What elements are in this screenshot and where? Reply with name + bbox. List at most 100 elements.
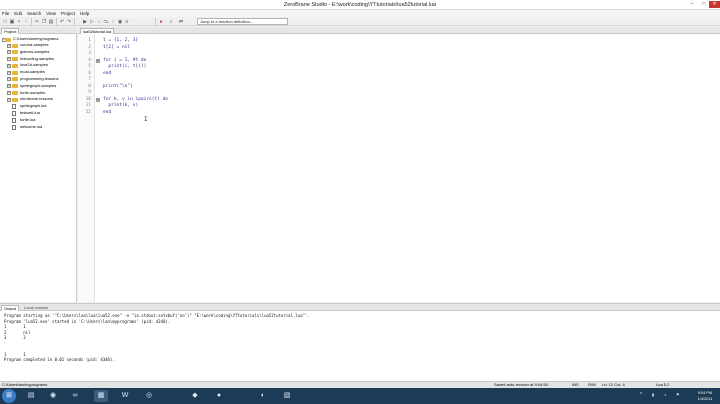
tab-output[interactable]: Output [1,305,20,311]
app-icon[interactable]: ◆ [188,390,202,402]
tree-folder[interactable]: + corona-samples [2,42,58,49]
line-number: 12 [85,109,91,115]
folder-icon [12,70,18,75]
tree-folder[interactable]: + love2d-samples [2,62,58,69]
expand-icon[interactable]: + [7,84,11,89]
tree-folder[interactable]: + gideros-samples [2,49,58,56]
tree-file[interactable]: testwell.lua [2,110,58,117]
fold-icon[interactable]: ⊟ [96,98,100,102]
menu-search[interactable]: Search [27,11,41,16]
step-out-icon[interactable]: ↑ [110,19,116,25]
menu-file[interactable]: File [2,11,9,16]
tree-folder-label: moai-samples [20,69,45,75]
new-file-icon[interactable]: □ [2,19,8,25]
tree-file-label: spritegraph.lua [20,103,47,109]
lua-file-icon [12,104,16,110]
folder-icon [5,37,11,42]
expand-icon[interactable]: + [7,63,11,68]
folder-icon [12,50,18,55]
flag-icon[interactable]: ⚑ [676,392,680,397]
visual-studio-icon[interactable]: ∞ [68,390,82,402]
close-button[interactable]: ✕ [709,1,720,8]
editor-tabbar: lua52tutorial.lua [78,27,720,34]
debug-icon[interactable]: ▷ [89,19,95,25]
expand-icon[interactable]: + [7,50,11,55]
clock-date: 1/4/2014 [697,397,713,401]
tree-folder[interactable]: + livecoding-samples [2,56,58,63]
tab-local-console[interactable]: Local console [22,305,50,311]
paste-icon[interactable]: ▤ [48,19,54,25]
expand-icon[interactable]: + [7,77,11,82]
menu-view[interactable]: View [46,11,56,16]
menu-help[interactable]: Help [80,11,89,16]
zerobrane-icon[interactable]: ▦ [94,390,108,402]
expand-icon[interactable]: + [7,97,11,102]
tree-folder[interactable]: + turtle-samples [2,90,58,97]
breakpoint-icon[interactable]: ● [158,19,164,25]
folder-icon [12,84,18,89]
redo-icon[interactable]: ↷ [66,19,72,25]
undo-icon[interactable]: ↶ [59,19,65,25]
folder-icon [12,97,18,102]
expand-icon[interactable]: + [7,91,11,96]
firefox-icon[interactable]: ◉ [46,390,60,402]
copy-icon[interactable]: ❐ [41,19,47,25]
toolbar: □ ▣ ▪ ▫ ✂ ❐ ▤ ↶ ↷ ▶ ▷ ↓ ⤼ ↑ ◉ ≡ ● ⌕ ⇄ Ju… [0,17,720,26]
folder-icon [12,57,18,62]
tree-folder-label: zerobrane-lessons [20,96,53,102]
toolbar-separator [31,18,32,25]
replace-icon[interactable]: ⇄ [178,19,184,25]
toolbar-separator [74,18,75,25]
tree-folder[interactable]: + spritegraph-samples [2,83,58,90]
expand-icon[interactable]: + [7,43,11,48]
code-line[interactable]: 12 end [78,110,720,117]
menu-edit[interactable]: Edit [14,11,22,16]
jump-to-function-input[interactable]: Jump to a function definition... [197,18,288,25]
file-explorer-icon[interactable]: ▤ [24,390,38,402]
clock[interactable]: 9:04 PM 1/4/2014 [690,390,720,402]
lua-file-icon [12,110,16,116]
network-icon[interactable]: ▮ [652,392,654,397]
taskbar: ⊞ ▤ ◉ ∞ ▦ W ◎ ◆ ● ◐ ▧ ^ ▮ ◖ ⚑ 9:04 PM 1/… [0,388,720,404]
volume-icon[interactable]: ◖ [664,392,666,397]
watch-icon[interactable]: ◉ [117,19,123,25]
tree-folder[interactable]: + programming-lessons [2,76,58,83]
tab-project[interactable]: Project [1,28,20,34]
run-icon[interactable]: ▶ [82,19,88,25]
open-file-icon[interactable]: ▣ [9,19,15,25]
start-button[interactable]: ⊞ [2,389,16,403]
folder-icon [12,63,18,68]
expand-icon[interactable]: + [7,70,11,75]
tree-file[interactable]: welcome.lua [2,124,58,131]
lua-file-icon [12,117,16,123]
code-editor[interactable]: lua52tutorial.lua 1t = {1, 2, 3} 2 t[2] =… [78,27,720,302]
tree-folder[interactable]: + moai-samples [2,69,58,76]
fold-icon[interactable]: ⊟ [96,59,100,63]
tree-folder[interactable]: + zerobrane-lessons [2,96,58,103]
media-icon[interactable]: ● [212,390,226,402]
title-bar: ZeroBrane Studio - E:\work\coding\YTtuto… [0,0,720,10]
project-tree: − C:\Users\lan\myprograms +corona-sample… [2,36,58,130]
output-text: Program starting as '"C:\Users\lan\lua\l… [4,313,310,363]
paint-icon[interactable]: ▧ [280,390,294,402]
tray-expand-icon[interactable]: ^ [640,392,642,398]
step-into-icon[interactable]: ↓ [96,19,102,25]
code-text: end [103,109,112,115]
word-icon[interactable]: W [118,390,132,402]
minimize-button[interactable]: – [686,1,698,8]
tree-file[interactable]: spritegraph.lua [2,103,58,110]
stack-icon[interactable]: ≡ [124,19,130,25]
record-icon[interactable]: ◐ [256,390,270,402]
cut-icon[interactable]: ✂ [34,19,40,25]
save-all-icon[interactable]: ▫ [23,19,29,25]
code-area[interactable]: 1t = {1, 2, 3} 2 t[2] = nil 3 4 ⊟ for i = 1… [78,38,720,116]
step-over-icon[interactable]: ⤼ [103,19,109,25]
expand-icon[interactable]: + [7,57,11,62]
menu-project[interactable]: Project [61,11,75,16]
lua-file-icon [12,124,16,130]
steam-icon[interactable]: ◎ [142,390,156,402]
tree-file[interactable]: turtle.lua [2,117,58,124]
save-icon[interactable]: ▪ [16,19,22,25]
find-icon[interactable]: ⌕ [168,19,174,25]
tree-folder-label: programming-lessons [20,75,59,81]
